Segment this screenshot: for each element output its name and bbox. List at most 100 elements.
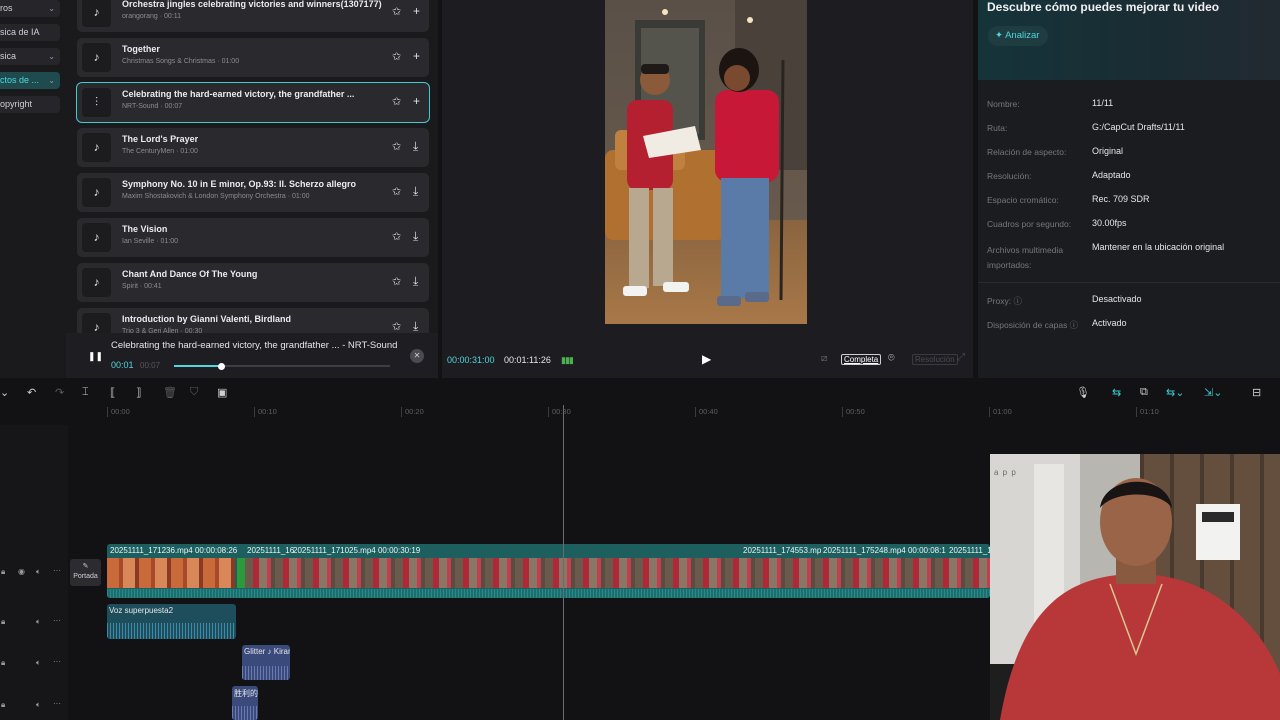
track-title: Symphony No. 10 in E minor, Op.93: II. S…	[122, 179, 357, 189]
favorite-star-icon[interactable]: ✩	[392, 185, 401, 198]
snap-icon[interactable]: ⧉	[1140, 386, 1148, 399]
trim-left-icon[interactable]: ⟦	[110, 386, 115, 399]
ruler-tick: 00:00	[107, 407, 130, 417]
ruler-tick: 00:50	[842, 407, 865, 417]
prop-value: 11/11	[1092, 98, 1114, 108]
redo-icon[interactable]: ↷	[55, 386, 64, 399]
audio-waveform	[232, 706, 258, 720]
favorite-star-icon[interactable]: ✩	[392, 320, 401, 333]
download-icon[interactable]: ⤓	[413, 229, 418, 244]
play-icon[interactable]: ▶	[702, 352, 711, 366]
category-label: sica	[0, 51, 17, 61]
more-icon[interactable]: ···	[53, 657, 61, 666]
undo-icon[interactable]: ↶	[27, 386, 36, 399]
favorite-star-icon[interactable]: ✩	[392, 50, 401, 63]
category-item-sonidos[interactable]: ros ⌄	[0, 0, 60, 17]
timeline-ruler[interactable]: 00:00 00:10 00:20 00:30 00:40 00:50 01:0…	[68, 405, 1280, 421]
sound-effect-clip[interactable]: 胜利的	[232, 686, 258, 720]
track-item[interactable]: ♪ Together Christmas Songs & Christmas ·…	[77, 38, 429, 77]
category-item-copyright[interactable]: opyright	[0, 96, 60, 113]
add-to-track-button[interactable]: +	[413, 94, 420, 108]
download-icon[interactable]: ⤓	[413, 184, 418, 199]
more-icon[interactable]: ···	[53, 699, 61, 708]
download-icon[interactable]: ⤓	[413, 319, 418, 334]
category-sidebar: ros ⌄ sica de IA sica ⌄ ctos de ... ⌄ opyri…	[0, 0, 66, 378]
resolution-button[interactable]: Resolución	[912, 354, 958, 365]
prop-label: Nombre:	[987, 99, 1020, 109]
track-item-selected[interactable]: ⫶ Celebrating the hard-earned victory, t…	[76, 82, 430, 123]
eye-icon[interactable]: ◉	[18, 567, 25, 576]
track-item[interactable]: ♪ Chant And Dance Of The Young Spirit · …	[77, 263, 429, 302]
speaker-icon[interactable]: 🔈︎	[36, 617, 41, 627]
aspect-ratio-button[interactable]: Completa	[841, 354, 882, 365]
lock-icon[interactable]: 🔒︎	[1, 658, 5, 668]
more-icon[interactable]: ···	[53, 616, 61, 625]
clip-label: Voz superpuesta2	[109, 606, 174, 615]
add-to-track-button[interactable]: +	[413, 49, 420, 63]
voiceover-clip[interactable]: Voz superpuesta2	[107, 604, 236, 639]
more-icon[interactable]: ···	[53, 566, 61, 575]
favorite-star-icon[interactable]: ✩	[392, 5, 401, 18]
track-item[interactable]: ♪ Orchestra jingles celebrating victorie…	[77, 0, 429, 32]
clip-label: 20251111_174553.mp	[743, 546, 822, 555]
microphone-icon[interactable]: 🎙	[1076, 386, 1090, 399]
favorite-star-icon[interactable]: ✩	[392, 275, 401, 288]
chevron-down-icon[interactable]: ⌄	[0, 386, 9, 399]
video-audio-waveform	[107, 589, 990, 598]
category-item-musica[interactable]: sica ⌄	[0, 48, 60, 65]
music-clip[interactable]: Glitter ♪ Kiran	[242, 645, 290, 680]
analyze-label: Analizar	[1005, 30, 1040, 41]
wall-sign-text: a p p	[994, 468, 1017, 477]
delete-icon[interactable]: 🗑	[163, 386, 177, 399]
crop-icon[interactable]: ⧄	[821, 353, 827, 364]
link-clips-icon[interactable]: ⇆	[1112, 386, 1121, 399]
player-seek-handle[interactable]	[218, 362, 226, 370]
prop-value: Adaptado	[1092, 170, 1131, 180]
improve-banner: Descubre cómo puedes mejorar tu video ✦ …	[978, 0, 1280, 80]
split-icon[interactable]: ⌶	[82, 386, 89, 399]
favorite-star-icon[interactable]: ✩	[392, 95, 401, 108]
shield-icon[interactable]: ⛉	[190, 386, 198, 399]
trim-right-icon[interactable]: ⟧	[136, 386, 141, 399]
video-clip-thumbnails	[245, 558, 990, 588]
lock-icon[interactable]: 🔒︎	[1, 700, 5, 710]
speaker-icon[interactable]: 🔈︎	[36, 658, 41, 668]
player-seek-bar[interactable]	[174, 362, 390, 370]
playhead[interactable]	[563, 405, 564, 720]
download-icon[interactable]: ⤓	[413, 139, 418, 154]
speaker-icon[interactable]: 🔈︎	[36, 700, 41, 710]
ruler-tick: 00:20	[401, 407, 424, 417]
download-icon[interactable]: ⤓	[413, 274, 418, 289]
fullscreen-icon[interactable]: ⤢	[957, 352, 965, 363]
zoom-fit-icon[interactable]: ⊟	[1252, 386, 1261, 399]
auto-link-icon[interactable]: ⇆⌄	[1166, 386, 1184, 399]
lock-icon[interactable]: 🔒︎	[1, 617, 5, 627]
preview-axis-icon[interactable]: ⇲⌄	[1204, 386, 1222, 399]
track-item[interactable]: ♪ The Lord's Prayer The CenturyMen · 01:…	[77, 128, 429, 167]
category-item-musica-ia[interactable]: sica de IA	[0, 24, 60, 41]
banner-title: Descubre cómo puedes mejorar tu video	[987, 0, 1220, 14]
cover-button[interactable]: ✎ Portada	[70, 559, 101, 586]
track-item[interactable]: ♪ Symphony No. 10 in E minor, Op.93: II.…	[77, 173, 429, 212]
add-to-track-button[interactable]: +	[413, 4, 420, 18]
fit-screen-icon[interactable]: ⌾	[888, 352, 895, 365]
category-item-efectos[interactable]: ctos de ... ⌄	[0, 72, 60, 89]
lock-icon[interactable]: 🔒︎	[1, 567, 5, 577]
analyze-button[interactable]: ✦ Analizar	[988, 26, 1049, 46]
speaker-icon[interactable]: 🔈︎	[36, 567, 41, 577]
prop-label: Relación de aspecto:	[987, 147, 1067, 157]
main-video-track[interactable]: 20251111_171236.mp4 00:00:08:26 20251111…	[107, 544, 990, 598]
track-subtitle: Christmas Songs & Christmas · 01:00	[122, 58, 240, 65]
track-subtitle: Ian Seville · 01:00	[122, 238, 179, 245]
track-subtitle: The CenturyMen · 01:00	[122, 148, 198, 155]
favorite-star-icon[interactable]: ✩	[392, 140, 401, 153]
close-icon[interactable]: ✕	[410, 349, 424, 363]
clip-label: 20251111_17	[949, 546, 990, 555]
keyframe-icon[interactable]: ▣	[217, 386, 227, 399]
category-label: opyright	[0, 99, 33, 109]
pause-icon[interactable]: ❚❚	[88, 351, 103, 362]
prop-value: Activado	[1092, 318, 1127, 328]
track-item[interactable]: ♪ The Vision Ian Seville · 01:00 ✩ ⤓	[77, 218, 429, 257]
favorite-star-icon[interactable]: ✩	[392, 230, 401, 243]
clip-label: 20251111_16	[247, 546, 295, 555]
